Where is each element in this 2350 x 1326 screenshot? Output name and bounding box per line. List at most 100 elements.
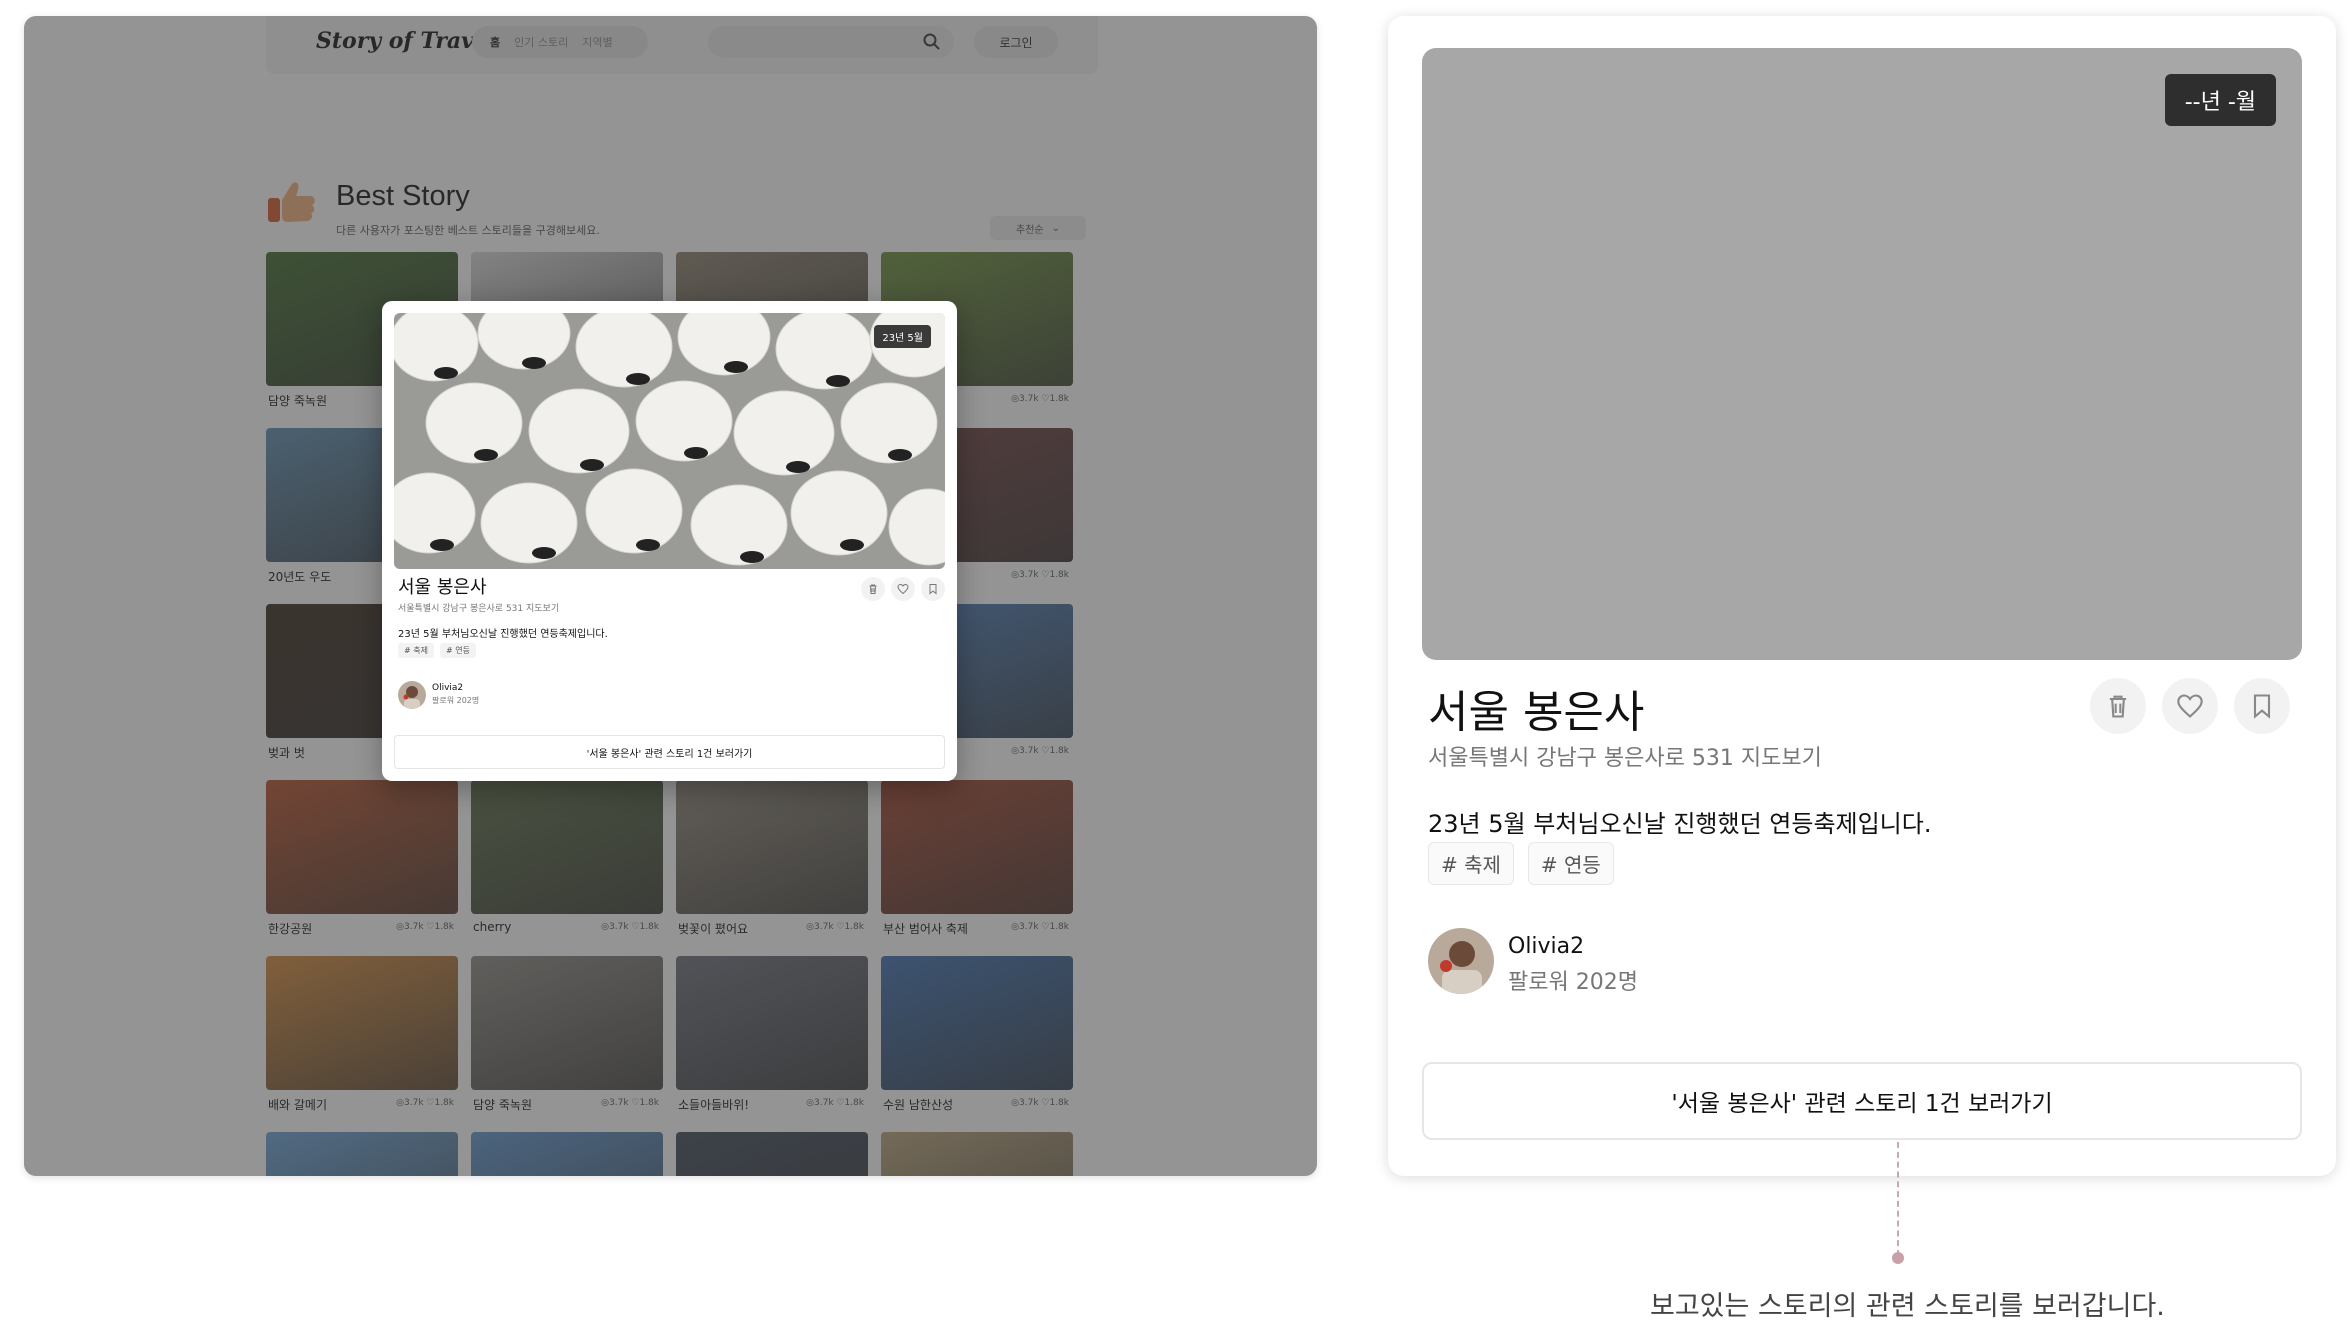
- bookmark-icon: [2253, 694, 2271, 719]
- story-card-title: 벚과 벗: [268, 746, 305, 760]
- story-address: 서울특별시 강남구 봉은사로 531 지도보기: [1428, 740, 1822, 772]
- story-card-image: [881, 780, 1073, 914]
- bookmark-icon: [929, 584, 937, 595]
- login-button[interactable]: 로그인: [974, 26, 1058, 58]
- story-card-image: [266, 780, 458, 914]
- like-button[interactable]: [2162, 678, 2218, 734]
- story-card[interactable]: 담양 죽녹원 ◎3.7k ♡1.8k: [471, 956, 663, 1126]
- tab-home[interactable]: 홈: [490, 34, 500, 50]
- sort-select-value: 추천순: [1016, 224, 1044, 236]
- like-button[interactable]: [891, 577, 915, 601]
- story-card[interactable]: 소들아들바위! ◎3.7k ♡1.8k: [676, 956, 868, 1126]
- story-card-title: 담양 죽녹원: [268, 394, 328, 408]
- best-story-subtitle: 다른 사용자가 포스팅한 베스트 스토리들을 구경해보세요.: [336, 224, 600, 237]
- story-tags: # 축제 # 연등: [1428, 842, 1614, 885]
- best-story-header: Best Story 다른 사용자가 포스팅한 베스트 스토리들을 구경해보세요…: [266, 168, 1098, 240]
- bookmark-button[interactable]: [2234, 678, 2290, 734]
- story-card[interactable]: [676, 1132, 868, 1176]
- author-followers: 팔로워 202명: [1508, 970, 1638, 995]
- sort-select[interactable]: 추천순 ⌄: [990, 216, 1086, 240]
- related-stories-button[interactable]: '서울 봉은사' 관련 스토리 1건 보러가기: [1422, 1062, 2302, 1140]
- story-card-stats: ◎3.7k ♡1.8k: [396, 1098, 454, 1108]
- related-stories-button[interactable]: '서울 봉은사' 관련 스토리 1건 보러가기: [394, 735, 945, 769]
- story-actions: [2090, 678, 2290, 734]
- story-title: 서울 봉은사: [398, 577, 487, 598]
- story-tags: # 축제 # 연등: [398, 643, 476, 658]
- delete-button[interactable]: [2090, 678, 2146, 734]
- author-followers: 팔로워 202명: [432, 696, 480, 705]
- tag-chip[interactable]: # 연등: [439, 643, 476, 658]
- story-card-title: 20년도 우도: [268, 570, 332, 584]
- author-name[interactable]: Olivia2: [432, 683, 463, 693]
- lantern-photo: [394, 313, 945, 569]
- story-address: 서울특별시 강남구 봉은사로 531 지도보기: [398, 601, 559, 614]
- avatar[interactable]: [1428, 928, 1494, 994]
- story-card-image: [266, 1132, 458, 1176]
- story-actions: [861, 577, 945, 601]
- search-input[interactable]: [708, 26, 954, 58]
- tag-chip[interactable]: # 연등: [1527, 842, 1614, 885]
- story-card-image: [676, 956, 868, 1090]
- page-preview-panel: Story of Travel 홈 인기 스토리 지역별 로그인 Best St…: [24, 16, 1317, 1176]
- map-link[interactable]: 지도보기: [526, 604, 559, 614]
- story-card[interactable]: [881, 1132, 1073, 1176]
- story-card-stats: ◎3.7k ♡1.8k: [601, 922, 659, 932]
- story-detail-zoom: --년 -월 서울 봉은사 서울특별시 강남구 봉은사로 531 지도보기 23…: [1388, 16, 2336, 1176]
- story-card-image: [881, 956, 1073, 1090]
- map-link[interactable]: 지도보기: [1741, 746, 1822, 771]
- tab-popular-stories[interactable]: 인기 스토리: [514, 34, 568, 50]
- story-card-stats: ◎3.7k ♡1.8k: [396, 922, 454, 932]
- story-card-image: [676, 1132, 868, 1176]
- story-address-text: 서울특별시 강남구 봉은사로 531: [398, 604, 524, 614]
- annotation-caption: 보고있는 스토리의 관련 스토리를 보러갑니다.: [1650, 1291, 2165, 1322]
- page-preview-content: Story of Travel 홈 인기 스토리 지역별 로그인 Best St…: [24, 16, 1317, 1176]
- story-card-stats: ◎3.7k ♡1.8k: [806, 922, 864, 932]
- story-address-text: 서울특별시 강남구 봉은사로 531: [1428, 746, 1734, 771]
- tag-chip[interactable]: # 축제: [398, 643, 434, 658]
- top-navigation: Story of Travel 홈 인기 스토리 지역별 로그인: [266, 16, 1098, 74]
- story-card[interactable]: 부산 범어사 축제 ◎3.7k ♡1.8k: [881, 780, 1073, 950]
- story-card[interactable]: 한강공원 ◎3.7k ♡1.8k: [266, 780, 458, 950]
- story-card-title: 소들아들바위!: [678, 1098, 750, 1112]
- trash-icon: [869, 584, 877, 594]
- story-card-image: [266, 956, 458, 1090]
- story-card-stats: ◎3.7k ♡1.8k: [1011, 1098, 1069, 1108]
- story-card[interactable]: 수원 남한산성 ◎3.7k ♡1.8k: [881, 956, 1073, 1126]
- search-icon[interactable]: [922, 32, 942, 52]
- story-card-title: 한강공원: [268, 922, 313, 936]
- story-date-badge: --년 -월: [2164, 74, 2276, 126]
- story-card-stats: ◎3.7k ♡1.8k: [1011, 922, 1069, 932]
- annotation-connector: [1897, 1142, 1899, 1256]
- story-date-badge: 23년 5월: [874, 325, 931, 348]
- story-card[interactable]: [471, 1132, 663, 1176]
- thumbs-up-icon: [268, 182, 315, 222]
- nav-tabs: 홈 인기 스토리 지역별: [472, 26, 648, 58]
- story-card[interactable]: [266, 1132, 458, 1176]
- story-card-image: [676, 780, 868, 914]
- heart-icon: [2177, 694, 2203, 718]
- story-card-image: [471, 780, 663, 914]
- avatar[interactable]: [398, 681, 426, 709]
- story-card[interactable]: cherry ◎3.7k ♡1.8k: [471, 780, 663, 950]
- story-card-image: [471, 1132, 663, 1176]
- chevron-down-icon: ⌄: [1051, 222, 1060, 234]
- story-photo-placeholder: --년 -월: [1422, 48, 2302, 660]
- site-logo[interactable]: Story of Travel: [316, 28, 496, 54]
- delete-button[interactable]: [861, 577, 885, 601]
- story-card-title: 벚꽃이 폈어요: [678, 922, 749, 936]
- story-card[interactable]: 배와 갈메기 ◎3.7k ♡1.8k: [266, 956, 458, 1126]
- story-card-title: 부산 범어사 축제: [883, 922, 968, 936]
- trash-icon: [2109, 695, 2127, 718]
- story-title: 서울 봉은사: [1428, 687, 1645, 738]
- story-card-title: 배와 갈메기: [268, 1098, 328, 1112]
- story-card-stats: ◎3.7k ♡1.8k: [1011, 746, 1069, 756]
- story-detail-modal: 23년 5월 서울 봉은사 서울특별시 강남구 봉은사로 531 지도보기 23…: [382, 301, 957, 781]
- tab-by-region[interactable]: 지역별: [582, 34, 612, 50]
- story-description: 23년 5월 부처님오신날 진행했던 연등축제입니다.: [398, 629, 608, 640]
- author-name[interactable]: Olivia2: [1508, 934, 1584, 959]
- story-card-title: cherry: [473, 920, 512, 934]
- story-card[interactable]: 벚꽃이 폈어요 ◎3.7k ♡1.8k: [676, 780, 868, 950]
- tag-chip[interactable]: # 축제: [1428, 842, 1514, 885]
- bookmark-button[interactable]: [921, 577, 945, 601]
- story-photo: 23년 5월: [394, 313, 945, 569]
